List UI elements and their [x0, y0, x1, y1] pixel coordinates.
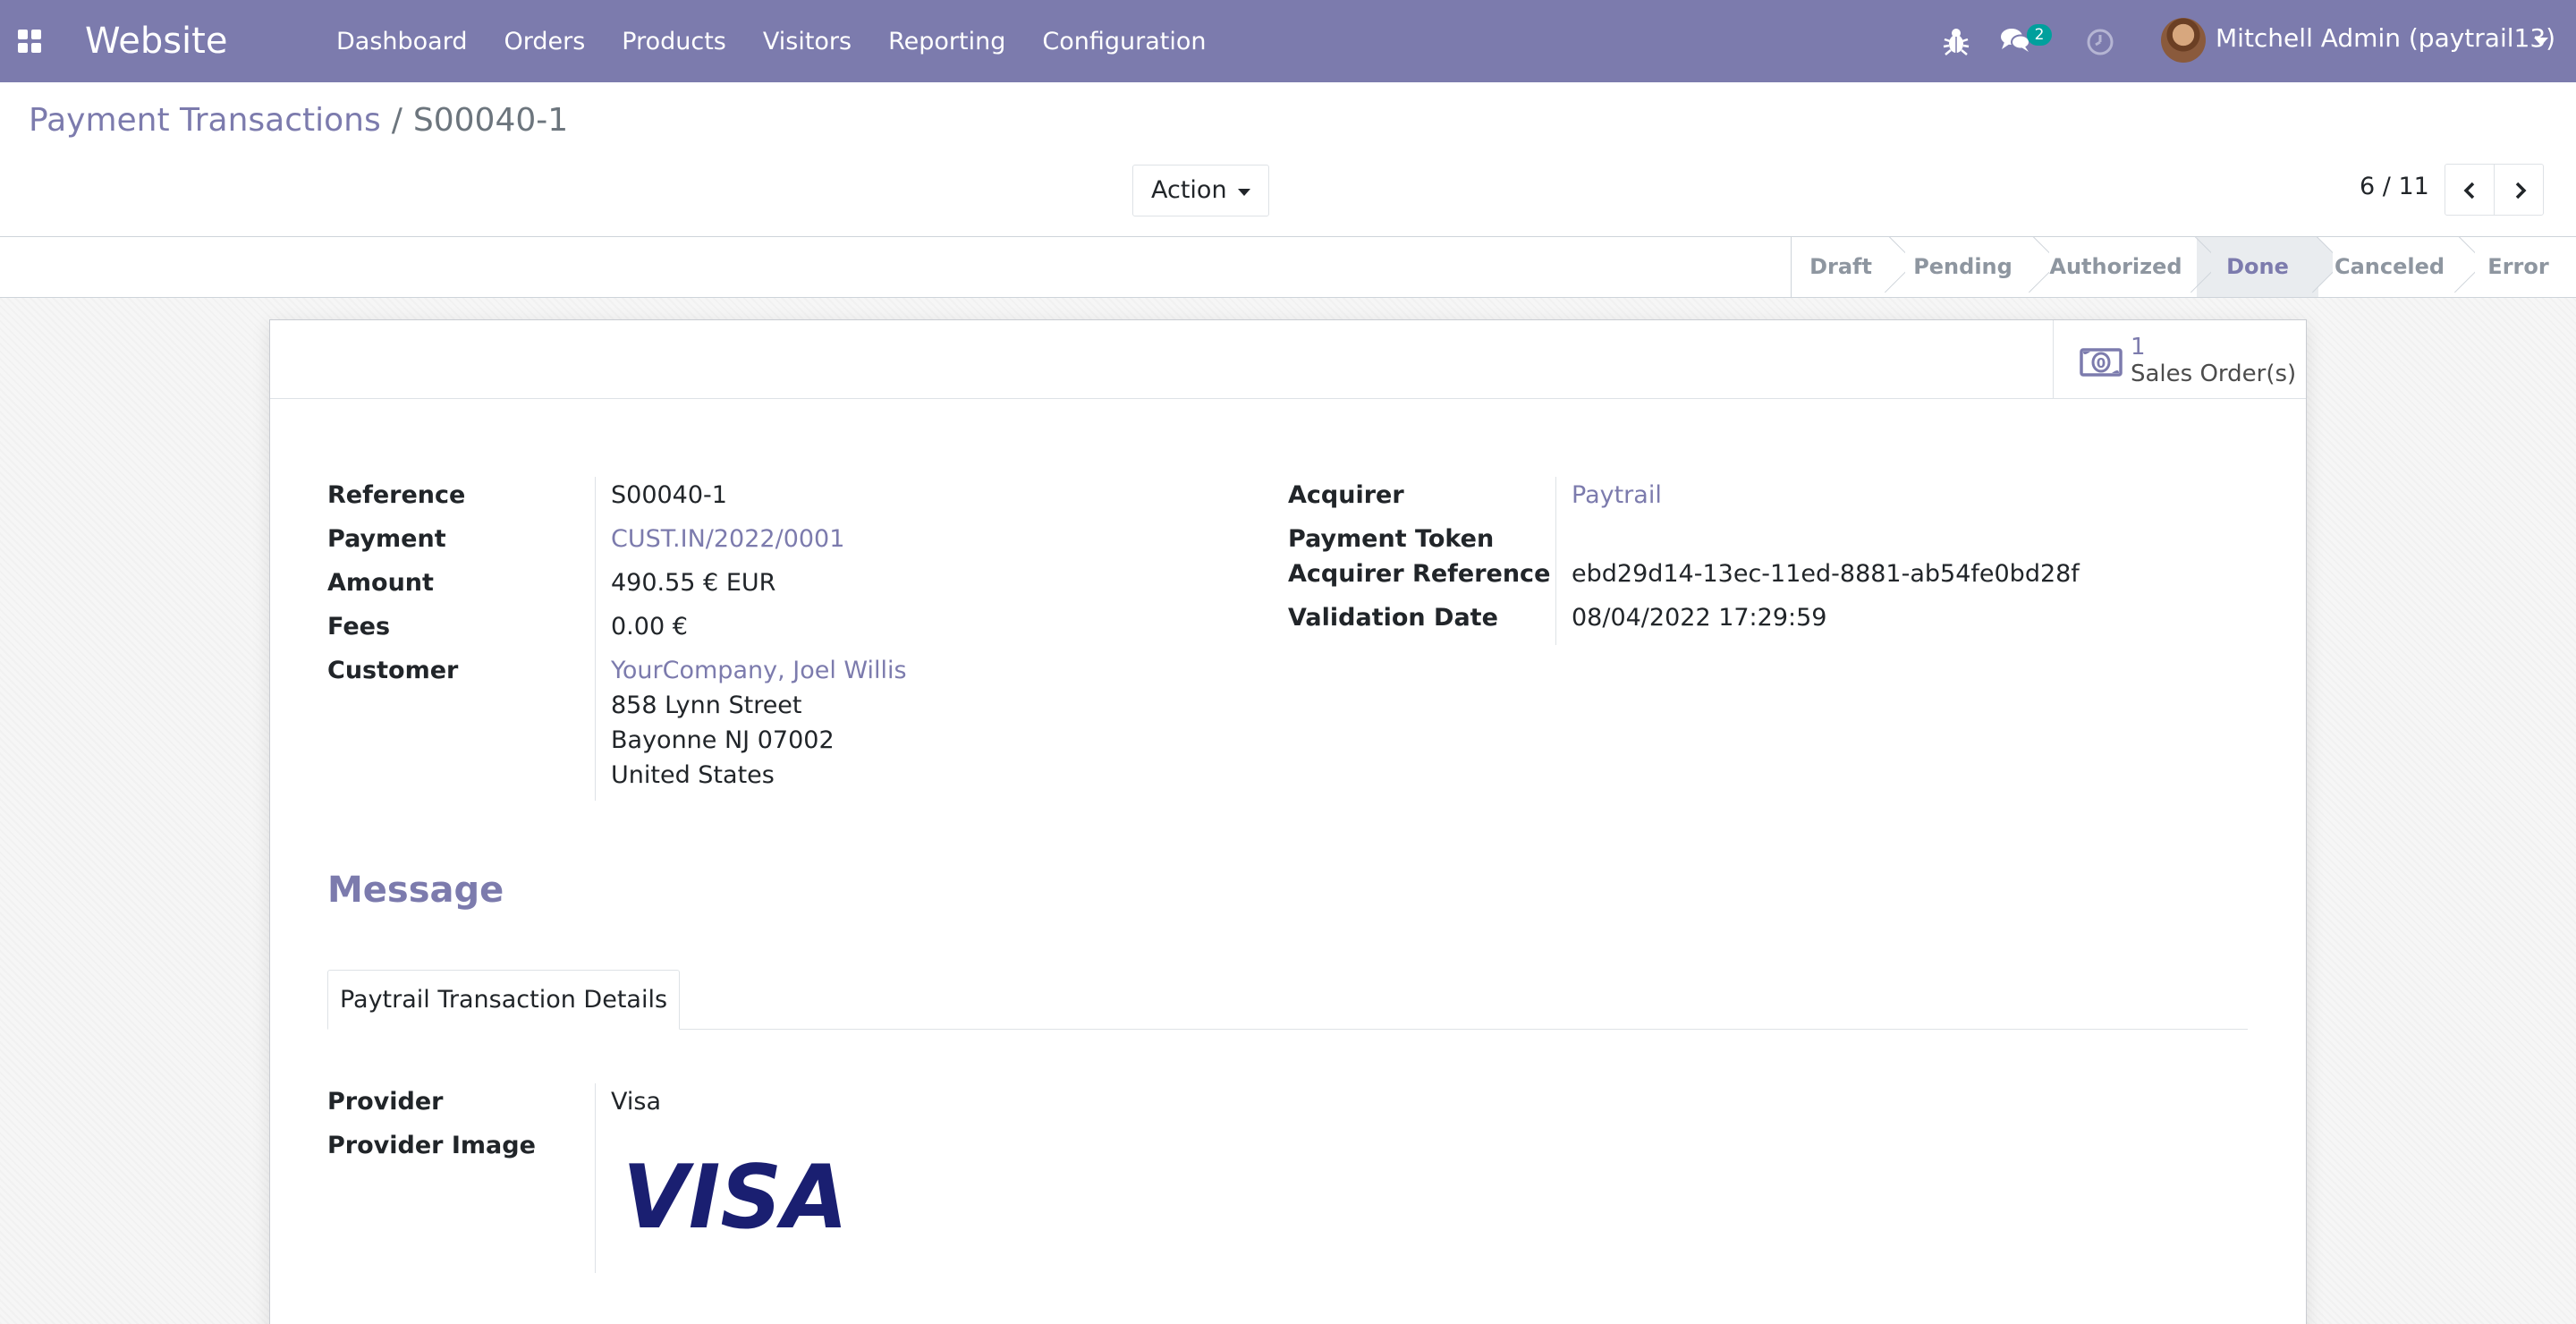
breadcrumb-parent-link[interactable]: Payment Transactions — [29, 102, 381, 139]
pager-next-button[interactable] — [2494, 164, 2544, 216]
status-step-label: Error — [2487, 254, 2549, 279]
user-menu-caret-icon[interactable] — [2534, 38, 2548, 46]
status-steps: Draft Pending Authorized Done Canceled E… — [1791, 237, 2576, 297]
provider-value: Visa — [611, 1088, 661, 1116]
amount-label: Amount — [327, 569, 434, 597]
customer-address-line: Bayonne NJ 07002 — [611, 726, 835, 754]
provider-image-label: Provider Image — [327, 1132, 536, 1159]
app-name[interactable]: Website — [85, 16, 227, 66]
user-menu-name[interactable]: Mitchell Admin (paytrail13) — [2216, 23, 2555, 53]
svg-text:0: 0 — [2097, 355, 2106, 371]
reference-value: S00040-1 — [611, 481, 727, 509]
status-step-label: Draft — [1809, 254, 1872, 279]
acquirer-link[interactable]: Paytrail — [1572, 481, 1662, 509]
action-button-label: Action — [1151, 176, 1227, 204]
message-section-title: Message — [327, 870, 504, 911]
customer-address-line: United States — [611, 761, 775, 789]
status-step-label: Pending — [1913, 254, 2012, 279]
details-group-divider — [595, 1083, 596, 1273]
menu-item-configuration[interactable]: Configuration — [1042, 28, 1206, 55]
status-step-canceled[interactable]: Canceled — [2318, 237, 2461, 297]
sales-orders-smart-button[interactable]: 0 1 Sales Order(s) — [2053, 320, 2306, 399]
customer-link[interactable]: YourCompany, Joel Willis — [611, 657, 907, 684]
chevron-right-icon — [2515, 182, 2527, 199]
user-avatar[interactable] — [2161, 18, 2206, 63]
pager-previous-button[interactable] — [2445, 164, 2495, 216]
money-bill-icon: 0 — [2080, 348, 2123, 377]
acquirer-reference-label: Acquirer Reference — [1288, 560, 1551, 588]
svg-text:VISA: VISA — [623, 1152, 848, 1235]
left-group-divider — [595, 477, 596, 801]
reference-label: Reference — [327, 481, 466, 509]
menu-item-dashboard[interactable]: Dashboard — [336, 28, 467, 55]
activity-clock-icon[interactable] — [2086, 28, 2114, 56]
main-menu: Dashboard Orders Products Visitors Repor… — [336, 0, 1242, 82]
messages-icon[interactable] — [2000, 27, 2030, 54]
amount-value: 490.55 € EUR — [611, 569, 776, 597]
validation-date-label: Validation Date — [1288, 604, 1498, 632]
menu-item-products[interactable]: Products — [622, 28, 726, 55]
provider-label: Provider — [327, 1088, 444, 1116]
payment-link[interactable]: CUST.IN/2022/0001 — [611, 525, 844, 553]
menu-item-orders[interactable]: Orders — [504, 28, 585, 55]
breadcrumb: Payment Transactions / S00040-1 — [29, 102, 568, 139]
menu-item-reporting[interactable]: Reporting — [888, 28, 1005, 55]
breadcrumb-separator: / — [391, 102, 402, 139]
caret-down-icon — [1238, 189, 1250, 196]
fees-value: 0.00 € — [611, 613, 688, 641]
messages-count-badge: 2 — [2027, 24, 2052, 46]
status-step-label: Done — [2226, 254, 2289, 279]
right-group-divider — [1555, 477, 1556, 645]
debug-bug-icon[interactable] — [1943, 25, 1970, 57]
smart-button-box: 0 1 Sales Order(s) — [270, 320, 2306, 399]
status-step-pending[interactable]: Pending — [1891, 237, 2035, 297]
status-step-error[interactable]: Error — [2461, 237, 2576, 297]
chevron-left-icon — [2463, 182, 2475, 199]
status-bar: Draft Pending Authorized Done Canceled E… — [0, 236, 2576, 298]
payment-label: Payment — [327, 525, 446, 553]
status-step-done[interactable]: Done — [2197, 237, 2318, 297]
sales-orders-label: Sales Order(s) — [2131, 361, 2297, 387]
action-dropdown-button[interactable]: Action — [1132, 165, 1269, 216]
acquirer-reference-value: ebd29d14-13ec-11ed-8881-ab54fe0bd28f — [1572, 560, 2080, 588]
status-step-authorized[interactable]: Authorized — [2035, 237, 2197, 297]
tab-paytrail-transaction-details[interactable]: Paytrail Transaction Details — [327, 970, 680, 1030]
visa-logo-image: VISA — [623, 1152, 848, 1235]
payment-token-label: Payment Token — [1288, 525, 1495, 553]
pager-value[interactable]: 6 / 11 — [2360, 173, 2429, 200]
customer-label: Customer — [327, 657, 459, 684]
validation-date-value: 08/04/2022 17:29:59 — [1572, 604, 1827, 632]
status-step-draft[interactable]: Draft — [1791, 237, 1891, 297]
sales-orders-count: 1 — [2131, 334, 2146, 361]
top-navbar: Website Dashboard Orders Products Visito… — [0, 0, 2576, 82]
fees-label: Fees — [327, 613, 391, 641]
breadcrumb-current: S00040-1 — [412, 102, 569, 139]
menu-item-visitors[interactable]: Visitors — [763, 28, 852, 55]
acquirer-label: Acquirer — [1288, 481, 1404, 509]
status-step-label: Canceled — [2334, 254, 2445, 279]
form-sheet: 0 1 Sales Order(s) — [269, 319, 2307, 1324]
customer-address-line: 858 Lynn Street — [611, 692, 802, 719]
status-step-label: Authorized — [2049, 254, 2182, 279]
apps-menu-icon[interactable] — [18, 30, 41, 53]
